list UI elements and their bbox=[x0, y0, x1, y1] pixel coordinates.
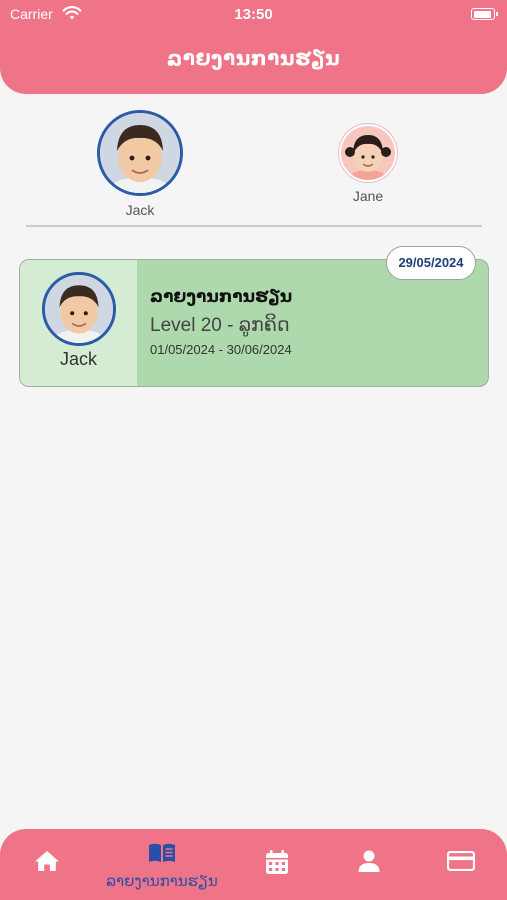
card-date-range: 01/05/2024 - 30/06/2024 bbox=[150, 342, 292, 357]
tab-report[interactable]: ລາຍງານການຮຽນ bbox=[106, 829, 218, 900]
boy-avatar-image bbox=[100, 113, 180, 193]
page-title: ລາຍງານການຮຽນ bbox=[166, 48, 341, 70]
bottom-tab-bar: ລາຍງານການຮຽນ bbox=[0, 829, 507, 900]
tab-report-label: ລາຍງານການຮຽນ bbox=[106, 873, 218, 890]
card-icon bbox=[447, 851, 475, 871]
avatar bbox=[339, 124, 397, 182]
card-title: ລາຍງານການຮຽນ bbox=[150, 287, 293, 306]
report-date-badge: 29/05/2024 bbox=[386, 246, 476, 280]
tab-calendar[interactable] bbox=[232, 829, 322, 900]
app-header: Carrier 13:50 ລາຍງານການຮຽນ bbox=[0, 0, 507, 94]
tab-payment[interactable] bbox=[416, 829, 506, 900]
calendar-icon bbox=[266, 850, 288, 874]
child-selector-jane[interactable]: Jane bbox=[337, 124, 399, 204]
card-child-name: Jack bbox=[59, 349, 97, 369]
divider bbox=[26, 225, 482, 227]
book-icon bbox=[149, 843, 175, 862]
avatar bbox=[42, 272, 116, 346]
girl-avatar-image bbox=[341, 126, 395, 180]
card-child-panel: Jack bbox=[20, 260, 137, 386]
avatar bbox=[97, 110, 183, 196]
person-icon bbox=[358, 850, 380, 872]
battery-icon bbox=[471, 8, 498, 20]
boy-avatar-image bbox=[45, 275, 113, 343]
card-level: Level 20 - ລູກຄິດ bbox=[150, 315, 290, 336]
status-bar: Carrier 13:50 bbox=[0, 0, 507, 30]
child-name: Jane bbox=[352, 188, 384, 204]
tab-profile[interactable] bbox=[324, 829, 414, 900]
status-time: 13:50 bbox=[234, 6, 273, 23]
tab-home[interactable] bbox=[2, 829, 92, 900]
child-name: Jack bbox=[125, 202, 155, 218]
home-icon bbox=[35, 851, 59, 871]
child-selector-jack[interactable]: Jack bbox=[96, 110, 184, 218]
